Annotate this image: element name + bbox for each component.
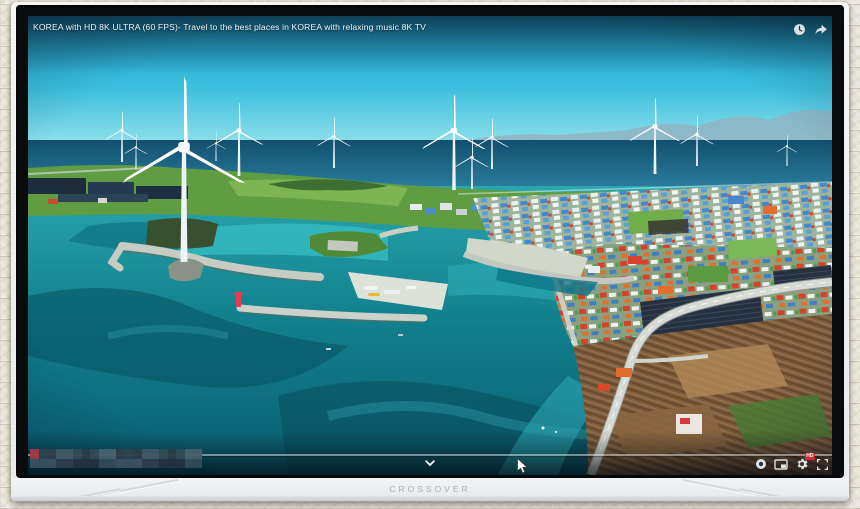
video-scene xyxy=(28,16,832,475)
share-icon[interactable] xyxy=(814,23,828,36)
video-title: KOREA with HD 8K ULTRA (60 FPS)- Travel … xyxy=(33,22,426,32)
bottom-right-controls: HD xyxy=(755,457,829,471)
miniplayer-icon[interactable] xyxy=(774,459,788,470)
video-player[interactable]: KOREA with HD 8K ULTRA (60 FPS)- Travel … xyxy=(28,16,832,475)
settings-button[interactable]: HD xyxy=(795,457,809,471)
monitor-frame: KOREA with HD 8K ULTRA (60 FPS)- Travel … xyxy=(11,2,849,502)
autoplay-icon[interactable] xyxy=(755,458,767,470)
fullscreen-icon[interactable] xyxy=(816,458,829,471)
monitor-brand-label: CROSSOVER xyxy=(389,484,470,494)
quality-badge: HD xyxy=(805,453,815,460)
screen-bezel: KOREA with HD 8K ULTRA (60 FPS)- Travel … xyxy=(16,5,844,478)
top-right-controls xyxy=(793,23,828,36)
blurred-controls xyxy=(30,449,202,468)
bezel-accent-line xyxy=(84,479,179,499)
scene-stage: KOREA with HD 8K ULTRA (60 FPS)- Travel … xyxy=(0,0,860,509)
watch-later-icon[interactable] xyxy=(793,23,806,36)
bezel-accent-line xyxy=(49,488,120,502)
bezel-accent-line xyxy=(682,479,777,499)
bezel-accent-line xyxy=(739,488,810,502)
chevron-down-icon[interactable] xyxy=(425,460,435,467)
mouse-cursor xyxy=(517,458,528,474)
monitor-bottom-bezel: CROSSOVER xyxy=(11,478,849,502)
